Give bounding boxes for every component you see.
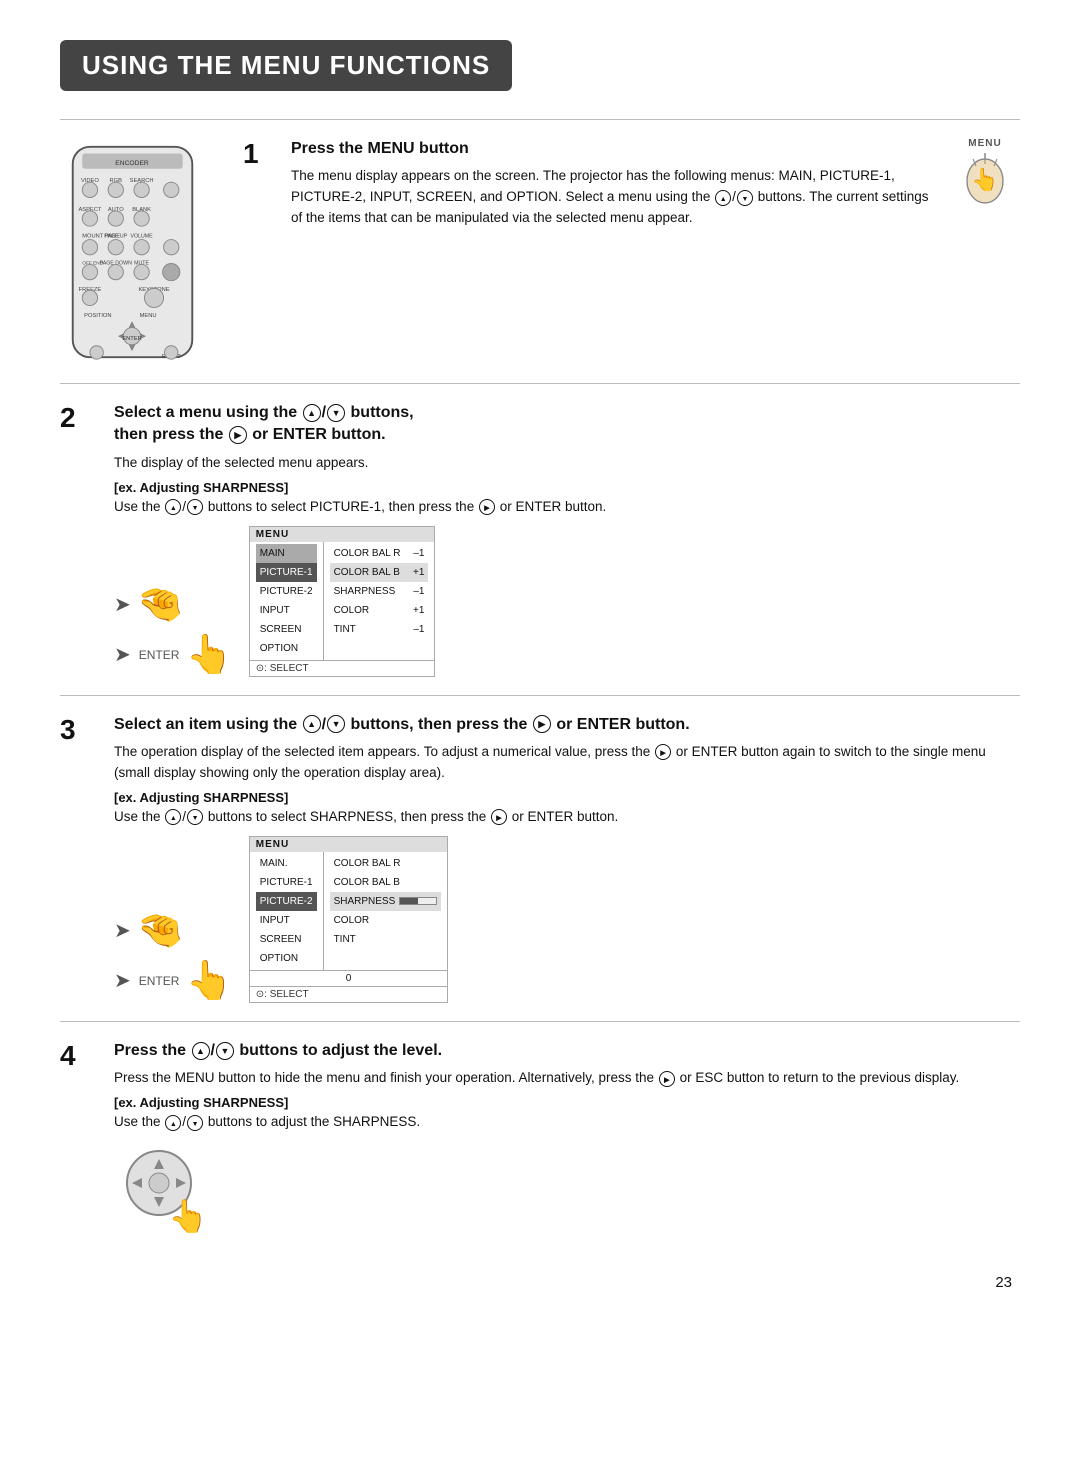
step2-hand-icon-2: 👆 — [185, 633, 232, 677]
step4-down-icon — [216, 1042, 234, 1060]
step1-content: 1 Press the MENU button The menu display… — [243, 138, 1020, 235]
step2-down-icon — [327, 404, 345, 422]
svg-text:MENU: MENU — [140, 313, 157, 319]
page-title: USING THE MENU FUNCTIONS — [60, 40, 512, 91]
step3-enter-label: ENTER — [139, 974, 180, 988]
step3-down-icon — [327, 715, 345, 733]
step4-content: Press the / buttons to adjust the level.… — [114, 1040, 1020, 1238]
step4-ex-label: [ex. Adjusting SHARPNESS] — [114, 1095, 1020, 1110]
step4-number: 4 — [60, 1042, 96, 1070]
step2-up-icon — [303, 404, 321, 422]
sharpness-slider — [399, 897, 437, 905]
step3-hand-images: ➤ 🤏 ➤ ENTER 👆 — [114, 909, 233, 1003]
step3-menu-col-left: MAIN. PICTURE-1 PICTURE-2 INPUT SCREEN O… — [250, 852, 324, 970]
step4-title: Press the / buttons to adjust the level. — [114, 1040, 1020, 1062]
step3b-up-icon — [165, 809, 181, 825]
step3-right-icon — [533, 715, 551, 733]
step2b-up-icon — [165, 499, 181, 515]
step1-number: 1 — [243, 140, 279, 168]
step2-number: 2 — [60, 404, 96, 432]
step3b-right-icon — [491, 809, 507, 825]
step2-images-area: ➤ 🤏 ➤ ENTER 👆 MENU MAIN PICTURE-1 PICTUR… — [114, 524, 1020, 677]
step3-ex-label: [ex. Adjusting SHARPNESS] — [114, 790, 1020, 805]
step3-menu-footer: ⊙: SELECT — [250, 986, 447, 1002]
step3-body-right-icon — [655, 744, 671, 760]
step2-right-icon — [229, 426, 247, 444]
step2-menu-table: MENU MAIN PICTURE-1 PICTURE-2 INPUT SCRE… — [249, 526, 436, 677]
step3-content: Select an item using the / buttons, then… — [114, 714, 1020, 1003]
step2-arrow-icon: ➤ — [114, 592, 131, 617]
step2-menu-col-left: MAIN PICTURE-1 PICTURE-2 INPUT SCREEN OP… — [250, 542, 324, 660]
step1-hand-image: MENU 👆 — [950, 138, 1020, 216]
step2-ex-label: [ex. Adjusting SHARPNESS] — [114, 480, 1020, 495]
step4b-down-icon — [187, 1115, 203, 1131]
step2-title: Select a menu using the / buttons, then … — [114, 402, 1020, 447]
remote-control-image: ENCODER VIDEO RGB SEARCH ASPECT AUTO BLA… — [60, 142, 215, 365]
svg-text:ENTER: ENTER — [122, 336, 141, 342]
step3-menu-table: MENU MAIN. PICTURE-1 PICTURE-2 INPUT SCR… — [249, 836, 448, 1003]
step2-enter-label: ENTER — [139, 648, 180, 662]
step1-title: Press the MENU button — [291, 138, 940, 160]
step3-hand-icon-1: 🤏 — [137, 909, 184, 953]
step3-up-icon — [303, 715, 321, 733]
down-arrow-icon — [737, 190, 753, 206]
svg-text:PAGE UP: PAGE UP — [104, 234, 127, 240]
step1-body: The menu display appears on the screen. … — [291, 166, 940, 229]
step2b-right-icon — [479, 499, 495, 515]
step2-body1: The display of the selected menu appears… — [114, 453, 1020, 474]
svg-text:👆: 👆 — [971, 167, 998, 192]
step2-arrow-icon-2: ➤ — [114, 642, 131, 667]
step3-title: Select an item using the / buttons, then… — [114, 714, 1020, 736]
svg-text:VOLUME: VOLUME — [131, 234, 154, 240]
up-arrow-icon — [715, 190, 731, 206]
step4-body2: Use the / buttons to adjust the SHARPNES… — [114, 1112, 1020, 1133]
section-1: ENCODER VIDEO RGB SEARCH ASPECT AUTO BLA… — [60, 119, 1020, 383]
step4b-up-icon — [165, 1115, 181, 1131]
section-4: 4 Press the / buttons to adjust the leve… — [60, 1021, 1020, 1256]
step2-body2: Use the / buttons to select PICTURE-1, t… — [114, 497, 1020, 518]
step3-arrow-icon-2: ➤ — [114, 968, 131, 993]
step2-menu-header: MENU — [250, 527, 435, 542]
step2-hand-images: ➤ 🤏 ➤ ENTER 👆 — [114, 583, 233, 677]
step3-slider-value: 0 — [250, 970, 447, 986]
step2-hand-icon-1: 🤏 — [137, 583, 184, 627]
svg-text:👆: 👆 — [168, 1198, 204, 1234]
step4-hand-image: 👆 — [114, 1145, 1020, 1238]
step3-arrow-icon: ➤ — [114, 918, 131, 943]
step3-hand-icon-2: 👆 — [185, 959, 232, 1003]
step3-menu-header: MENU — [250, 837, 447, 852]
step2b-down-icon — [187, 499, 203, 515]
svg-text:ENCODER: ENCODER — [115, 160, 149, 167]
step4-body-right-icon — [659, 1071, 675, 1087]
step4-up-icon — [192, 1042, 210, 1060]
step3-number: 3 — [60, 716, 96, 744]
section-3: 3 Select an item using the / buttons, th… — [60, 695, 1020, 1021]
section-2: 2 Select a menu using the / buttons, the… — [60, 383, 1020, 695]
step2-menu-col-right: COLOR BAL R–1 COLOR BAL B+1 SHARPNESS–1 … — [324, 542, 435, 660]
step4-body1: Press the MENU button to hide the menu a… — [114, 1068, 1020, 1089]
page-number: 23 — [60, 1274, 1020, 1291]
step2-menu-footer: ⊙: SELECT — [250, 660, 435, 676]
svg-text:POSITION: POSITION — [84, 313, 111, 319]
step3-images-area: ➤ 🤏 ➤ ENTER 👆 MENU MAIN. PICTURE-1 PICTU… — [114, 834, 1020, 1003]
step3-body2: Use the / buttons to select SHARPNESS, t… — [114, 807, 1020, 828]
step3-body1: The operation display of the selected it… — [114, 742, 1020, 784]
step3-menu-col-right: COLOR BAL R COLOR BAL B SHARPNESS COLOR … — [324, 852, 448, 970]
step2-content: Select a menu using the / buttons, then … — [114, 402, 1020, 677]
step3b-down-icon — [187, 809, 203, 825]
